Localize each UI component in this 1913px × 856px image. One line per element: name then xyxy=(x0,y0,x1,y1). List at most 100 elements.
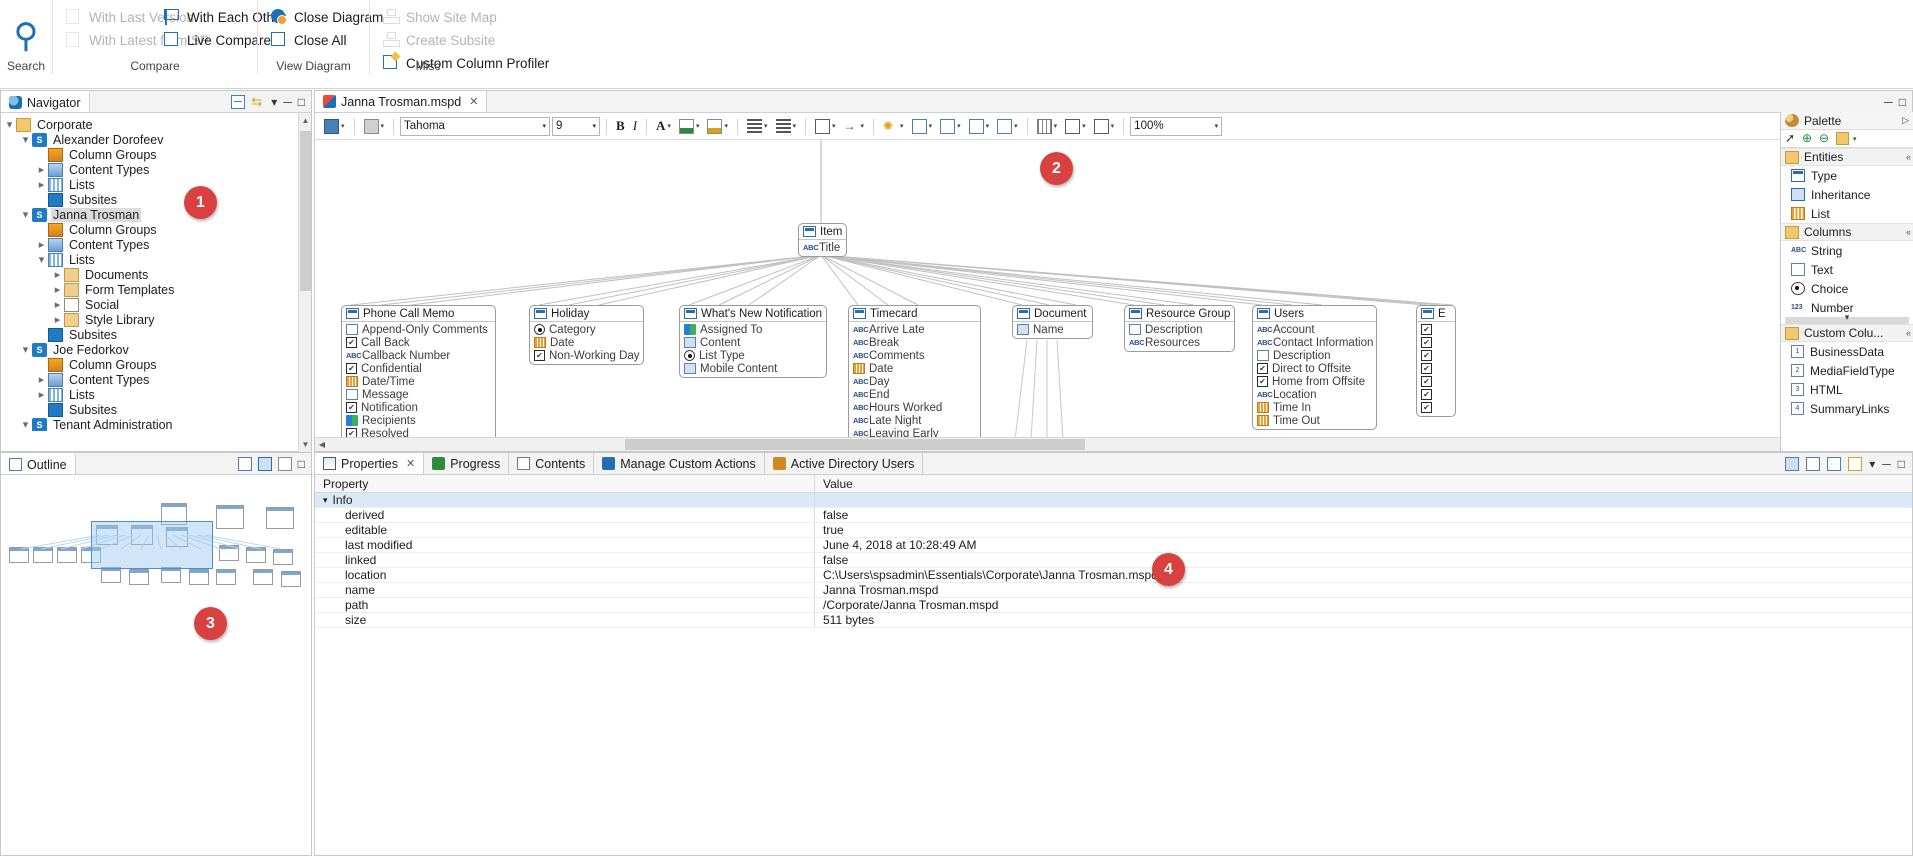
entity-field[interactable]: ✔Home from Offsite xyxy=(1257,375,1373,388)
chevron-right-icon[interactable] xyxy=(51,268,64,281)
entity-field[interactable]: ABCCallback Number xyxy=(346,349,492,362)
chevron-down-icon[interactable] xyxy=(35,253,48,266)
chevron-right-icon[interactable] xyxy=(51,283,64,296)
tree-item-janna-trosman[interactable]: SJanna Trosman xyxy=(3,207,311,222)
editor-minimize-icon[interactable]: ─ xyxy=(1884,96,1893,108)
chevron-down-icon[interactable] xyxy=(3,118,16,131)
link-with-editor-icon[interactable]: ⇆ xyxy=(251,95,265,109)
entity-field[interactable]: Append-Only Comments xyxy=(346,323,492,336)
entity-field[interactable]: ✔ xyxy=(1421,388,1452,401)
editor-maximize-icon[interactable]: □ xyxy=(1899,96,1906,108)
entity-node-e[interactable]: E✔✔✔✔✔✔✔ xyxy=(1416,305,1456,417)
palette-group-columns[interactable]: Columns« xyxy=(1781,223,1913,241)
distribute-button[interactable]: ▾ xyxy=(937,116,964,137)
router-button[interactable]: ▾ xyxy=(812,116,839,137)
entity-field[interactable]: ABCDay xyxy=(853,375,977,388)
palette-item-type[interactable]: Type xyxy=(1781,166,1913,185)
tab-contents[interactable]: Contents xyxy=(509,453,594,474)
properties-minimize-icon[interactable]: ─ xyxy=(1882,458,1891,470)
collapse-chevron-icon[interactable]: « xyxy=(1906,227,1909,237)
select-tool-icon[interactable]: ➚ xyxy=(1785,132,1798,145)
chevron-right-icon[interactable] xyxy=(35,178,48,191)
palette-group-custom-colu[interactable]: Custom Colu...« xyxy=(1781,324,1913,342)
connection-button[interactable]: →▾ xyxy=(841,116,868,137)
collapse-chevron-icon[interactable]: « xyxy=(1906,152,1909,162)
properties-group-row[interactable]: ▾Info xyxy=(315,493,1912,508)
ribbon-item-close-diagram[interactable]: Close Diagram xyxy=(268,6,359,29)
tab-outline[interactable]: Outline xyxy=(1,453,76,474)
zoom-in-tool-icon[interactable]: ⊕ xyxy=(1802,132,1815,145)
entity-field[interactable]: ABCResources xyxy=(1129,336,1231,349)
font-color-button[interactable]: A▾ xyxy=(653,116,674,137)
entity-field[interactable]: Description xyxy=(1257,349,1373,362)
tree-item-social[interactable]: Social xyxy=(3,297,311,312)
entity-field[interactable]: ABCContact Information xyxy=(1257,336,1373,349)
entity-node-phone-call-memo[interactable]: Phone Call MemoAppend-Only Comments✔Call… xyxy=(341,305,496,440)
entity-node-users[interactable]: UsersABCAccountABCContact InformationDes… xyxy=(1252,305,1377,430)
align-center-button[interactable]: ▾ xyxy=(773,116,800,137)
entity-field[interactable]: Date/Time xyxy=(346,375,492,388)
collapse-chevron-icon[interactable]: « xyxy=(1906,328,1909,338)
outline-overview-icon[interactable] xyxy=(258,457,272,471)
entity-field[interactable]: ABCLocation xyxy=(1257,388,1373,401)
entity-field[interactable]: ABCComments xyxy=(853,349,977,362)
tree-item-content-types[interactable]: Content Types xyxy=(3,162,311,177)
entity-field[interactable]: ✔ xyxy=(1421,401,1452,414)
entity-node-timecard[interactable]: TimecardABCArrive LateABCBreakABCComment… xyxy=(848,305,981,440)
tree-item-subsites[interactable]: Subsites xyxy=(3,192,311,207)
search-icon[interactable]: ⚲ xyxy=(14,19,39,53)
chevron-right-icon[interactable] xyxy=(51,298,64,311)
chevron-down-icon[interactable]: ▾ xyxy=(323,495,328,506)
line-color-button[interactable]: ▾ xyxy=(704,116,731,137)
entity-field[interactable]: Time In xyxy=(1257,401,1373,414)
tree-item-content-types[interactable]: Content Types xyxy=(3,237,311,252)
palette-item-html[interactable]: 3HTML xyxy=(1781,380,1913,399)
navigator-tree[interactable]: CorporateSAlexander DorofeevColumn Group… xyxy=(1,113,311,431)
entity-field[interactable]: Name xyxy=(1017,323,1089,336)
entity-field[interactable]: List Type xyxy=(684,349,823,362)
maximize-icon[interactable]: □ xyxy=(298,96,305,108)
chevron-right-icon[interactable] xyxy=(35,373,48,386)
zoom-select[interactable]: 100% ▾ xyxy=(1130,117,1222,136)
tree-item-subsites[interactable]: Subsites xyxy=(3,327,311,342)
properties-row[interactable]: size511 bytes xyxy=(315,613,1912,628)
order-button[interactable]: ▾ xyxy=(994,116,1021,137)
entity-field[interactable]: ABCLate Night xyxy=(853,414,977,427)
entity-field[interactable]: ✔ xyxy=(1421,336,1452,349)
entity-field[interactable]: ABCAccount xyxy=(1257,323,1373,336)
chevron-right-icon[interactable] xyxy=(35,388,48,401)
tree-item-content-types[interactable]: Content Types xyxy=(3,372,311,387)
font-name-select[interactable]: Tahoma ▾ xyxy=(400,117,550,136)
palette-scroll-indicator[interactable]: ▾ xyxy=(1785,317,1909,324)
tab-diagram-file[interactable]: Janna Trosman.mspd ✕ xyxy=(315,91,487,112)
chevron-down-icon[interactable] xyxy=(19,343,32,356)
palette-item-summarylinks[interactable]: 4SummaryLinks xyxy=(1781,399,1913,418)
outline-tree-view-icon[interactable] xyxy=(238,457,252,471)
tree-item-corporate[interactable]: Corporate xyxy=(3,117,311,132)
tree-item-lists[interactable]: Lists xyxy=(3,177,311,192)
navigator-scroll-thumb[interactable] xyxy=(300,131,311,291)
chevron-right-icon[interactable] xyxy=(35,238,48,251)
bold-button[interactable]: B xyxy=(613,116,628,137)
tree-item-tenant-administration[interactable]: STenant Administration xyxy=(3,417,311,431)
palette-tool-menu-icon[interactable]: ▾ xyxy=(1853,135,1857,143)
tree-item-column-groups[interactable]: Column Groups xyxy=(3,357,311,372)
layout-button[interactable]: ▾ xyxy=(1062,116,1089,137)
properties-row[interactable]: path/Corporate/Janna Trosman.mspd xyxy=(315,598,1912,613)
tab-manage-custom-actions[interactable]: Manage Custom Actions xyxy=(594,453,765,474)
entity-field[interactable]: ✔ xyxy=(1421,375,1452,388)
palette-item-list[interactable]: List xyxy=(1781,204,1913,223)
tree-item-lists[interactable]: Lists xyxy=(3,252,311,267)
chevron-down-icon[interactable] xyxy=(19,418,32,431)
ribbon-item-live-compare[interactable]: Live Compare! xyxy=(161,29,259,52)
palette-group-entities[interactable]: Entities« xyxy=(1781,148,1913,166)
entity-field[interactable]: ✔Non-Working Day xyxy=(534,349,640,362)
properties-row[interactable]: derivedfalse xyxy=(315,508,1912,523)
print-button[interactable]: ▾ xyxy=(361,116,388,137)
outline-maximize-icon[interactable]: □ xyxy=(298,458,305,470)
entity-field[interactable]: Category xyxy=(534,323,640,336)
entity-field[interactable]: ABCBreak xyxy=(853,336,977,349)
entity-field[interactable]: ABCHours Worked xyxy=(853,401,977,414)
entity-field[interactable]: Recipients xyxy=(346,414,492,427)
entity-field[interactable]: ✔Call Back xyxy=(346,336,492,349)
